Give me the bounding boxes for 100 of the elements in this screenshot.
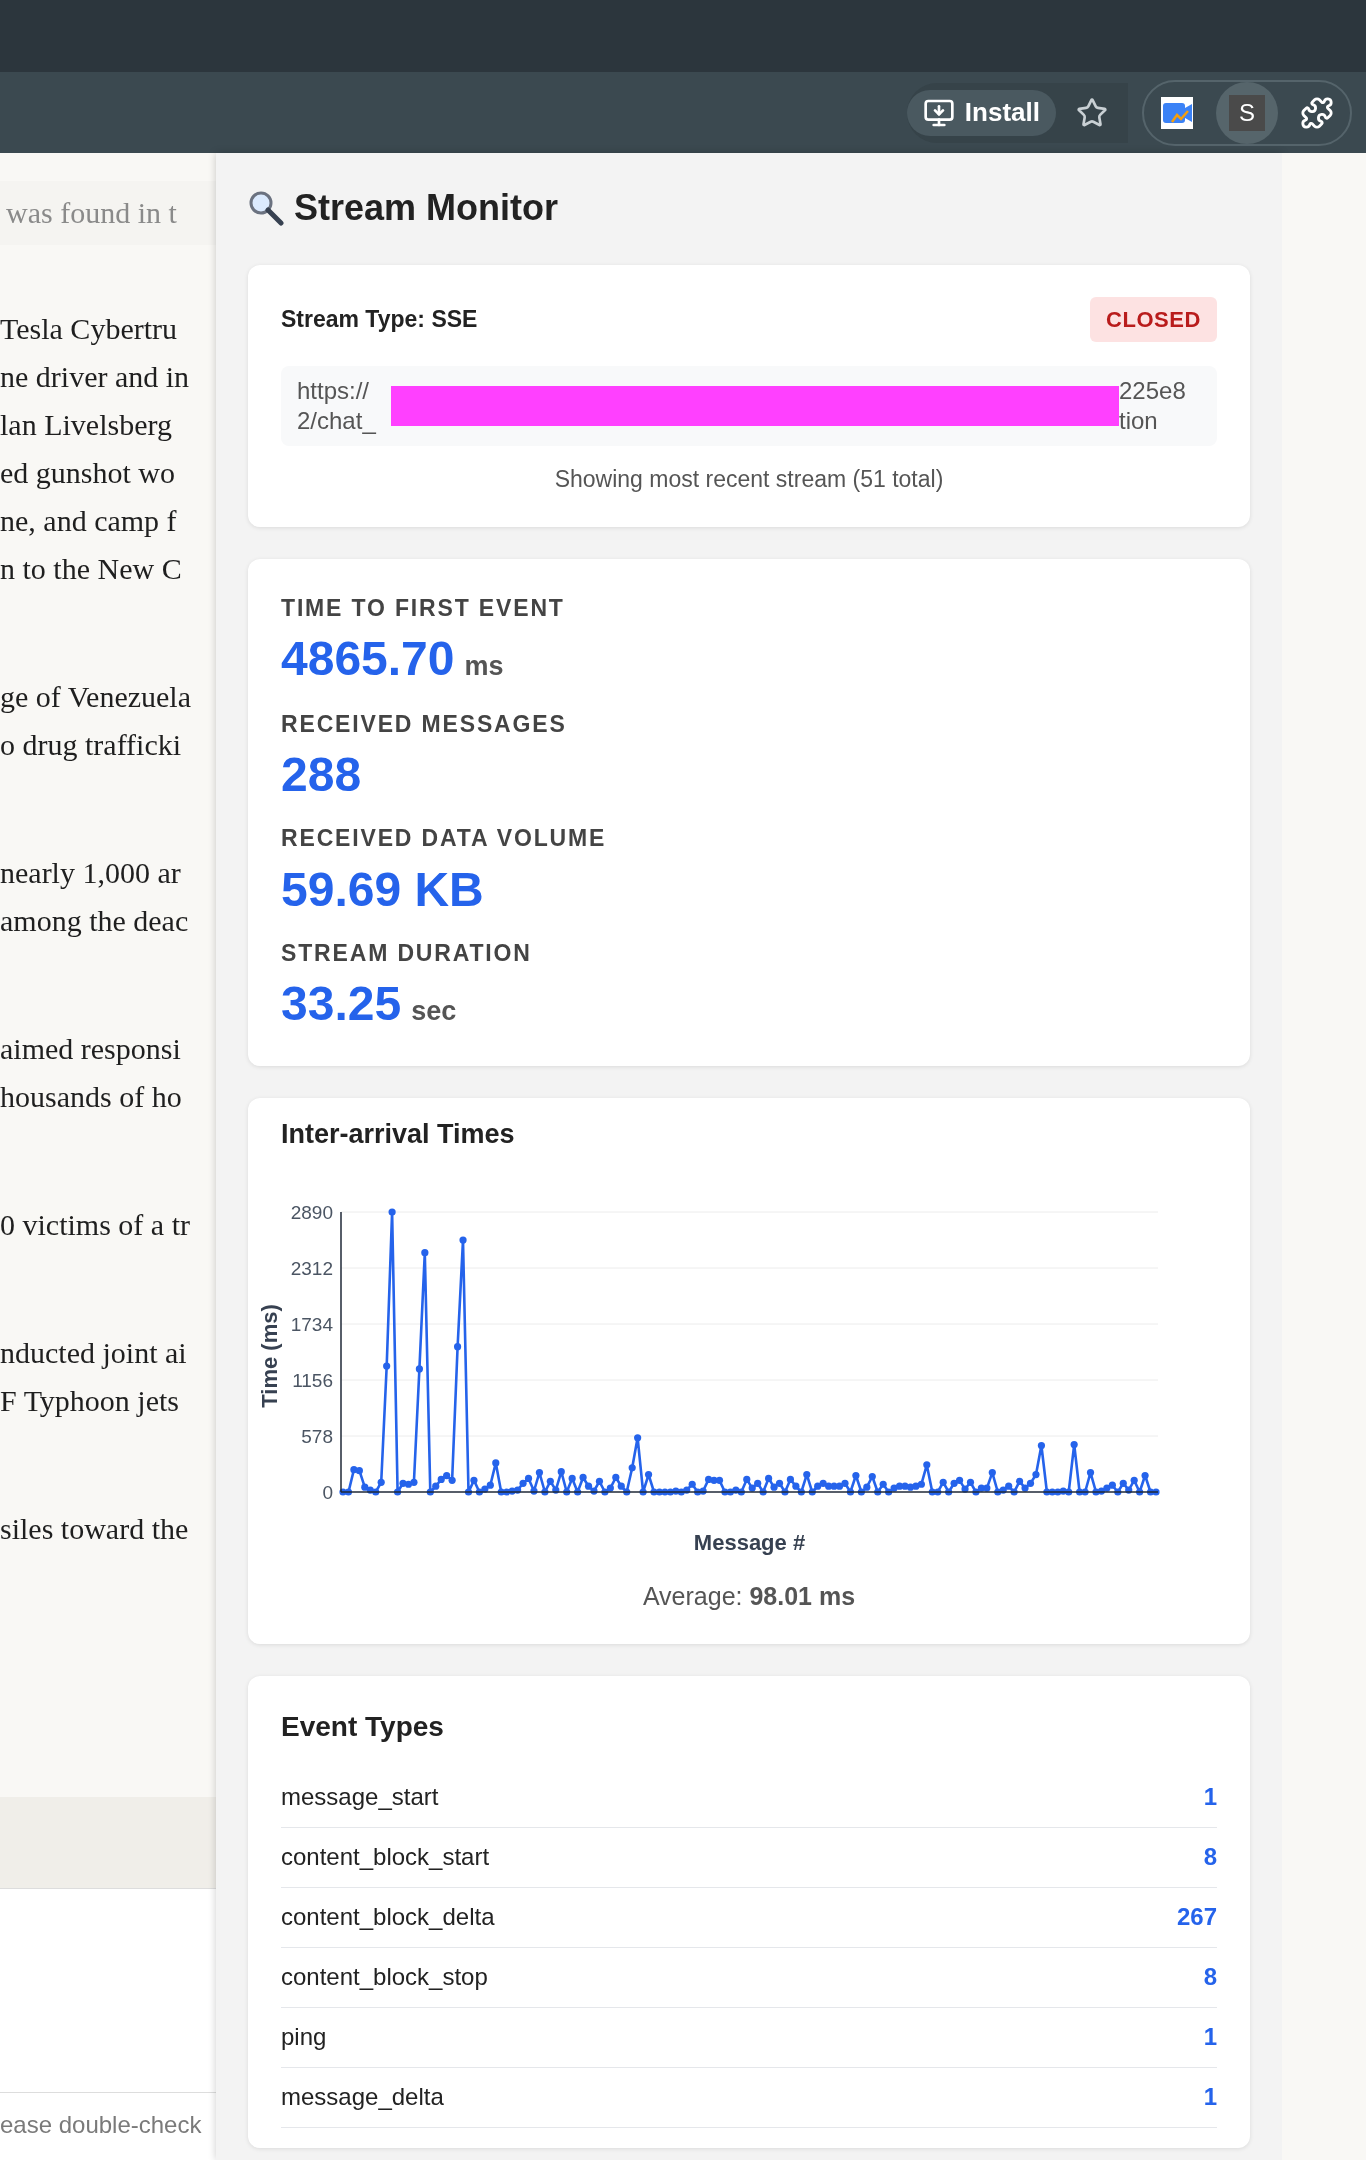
article-text-line: 0 victims of a tr bbox=[0, 1207, 191, 1243]
status-badge: CLOSED bbox=[1090, 297, 1217, 342]
x-axis-title: Message # bbox=[693, 1530, 806, 1555]
event-type-name: content_block_start bbox=[281, 1842, 490, 1872]
article-text-line: nearly 1,000 ar bbox=[0, 855, 182, 891]
axis-tick-label: 0 bbox=[322, 1482, 333, 1503]
data-point bbox=[470, 1476, 478, 1484]
data-point bbox=[1070, 1440, 1078, 1449]
data-point bbox=[524, 1474, 533, 1483]
data-point bbox=[1136, 1488, 1144, 1496]
data-point bbox=[868, 1472, 876, 1481]
event-type-count: 8 bbox=[1203, 1842, 1217, 1872]
url-text: 225e8 bbox=[1119, 376, 1187, 406]
article-text-line: ge of Venezuela bbox=[0, 679, 192, 715]
article-text-line: F Typhoon jets bbox=[0, 1383, 181, 1419]
stream-type-label: Stream Type: SSE bbox=[281, 305, 478, 335]
axis-tick-label: 2890 bbox=[290, 1202, 333, 1223]
metric-unit: sec bbox=[411, 995, 457, 1028]
data-point bbox=[644, 1470, 653, 1479]
data-point bbox=[568, 1474, 576, 1483]
metric-label: TIME TO FIRST EVENT bbox=[281, 593, 566, 623]
bookmark-star-icon[interactable] bbox=[1076, 96, 1108, 129]
article-text-line: Tesla Cybertru bbox=[0, 311, 178, 347]
search-icon bbox=[248, 190, 284, 226]
panel-title: Stream Monitor bbox=[294, 186, 559, 230]
disclaimer-text: ease double-check bbox=[0, 2111, 202, 2138]
event-type-count: 1 bbox=[1203, 2022, 1217, 2052]
metric-value: 288 bbox=[281, 749, 362, 801]
data-point bbox=[628, 1464, 636, 1472]
data-point bbox=[852, 1471, 860, 1480]
article-text-line: n to the New C bbox=[0, 551, 183, 587]
stream-count-note: Showing most recent stream (51 total) bbox=[553, 465, 945, 494]
article-text-line: ed gunshot wo bbox=[0, 455, 176, 491]
data-point bbox=[377, 1478, 385, 1486]
axis-tick-label: 578 bbox=[301, 1426, 333, 1447]
data-point bbox=[454, 1343, 462, 1351]
url-text: tion bbox=[1119, 406, 1159, 436]
article-text-line: among the deac bbox=[0, 903, 190, 939]
event-type-count: 267 bbox=[1176, 1902, 1217, 1932]
data-point bbox=[634, 1434, 642, 1442]
event-type-name: message_start bbox=[281, 1782, 439, 1812]
article-summary-text: was found in t bbox=[5, 195, 177, 231]
event-type-name: content_block_delta bbox=[281, 1902, 495, 1932]
article-text-line: nducted joint ai bbox=[0, 1335, 188, 1371]
data-point bbox=[595, 1477, 604, 1485]
data-point bbox=[530, 1487, 538, 1495]
extensions-puzzle-icon[interactable] bbox=[1300, 95, 1334, 130]
event-type-name: message_delta bbox=[281, 2082, 444, 2112]
data-point bbox=[492, 1459, 500, 1467]
data-point bbox=[574, 1488, 582, 1496]
data-point bbox=[563, 1488, 571, 1496]
axis-tick-label: 1156 bbox=[292, 1370, 333, 1391]
data-point bbox=[464, 1488, 473, 1496]
event-type-count: 1 bbox=[1203, 2082, 1217, 2112]
chart-title: Inter-arrival Times bbox=[281, 1117, 516, 1151]
data-point bbox=[939, 1478, 947, 1486]
article-text-line: lan Livelsberg bbox=[0, 407, 173, 443]
install-button[interactable]: Install bbox=[906, 89, 1056, 136]
event-type-name: ping bbox=[281, 2022, 327, 2052]
y-axis-title: Time (ms) bbox=[257, 1304, 282, 1408]
data-point bbox=[388, 1208, 396, 1216]
article-text-line: ne, and camp f bbox=[0, 503, 178, 539]
data-point bbox=[557, 1468, 565, 1476]
data-point bbox=[459, 1236, 467, 1244]
article-text-line: o drug trafficki bbox=[0, 727, 183, 763]
event-type-name: content_block_stop bbox=[281, 1962, 488, 1992]
metric-label: STREAM DURATION bbox=[281, 938, 533, 968]
data-point bbox=[988, 1469, 996, 1477]
metric-label: RECEIVED DATA VOLUME bbox=[281, 824, 608, 853]
article-text-line: ne driver and in bbox=[0, 359, 191, 395]
extension-icon[interactable] bbox=[1160, 95, 1194, 130]
data-point bbox=[535, 1469, 544, 1477]
event-types-title: Event Types bbox=[281, 1709, 445, 1744]
data-point bbox=[421, 1249, 429, 1257]
profile-avatar[interactable]: S bbox=[1216, 81, 1278, 144]
data-point bbox=[415, 1365, 423, 1373]
article-text-line: siles toward the bbox=[0, 1511, 190, 1547]
data-point bbox=[1037, 1441, 1045, 1450]
metric-unit: ms bbox=[464, 650, 504, 683]
event-type-count: 8 bbox=[1203, 1962, 1217, 1992]
article-text-line: aimed responsi bbox=[0, 1031, 182, 1067]
url-text: 2/chat_ bbox=[297, 406, 377, 436]
data-point bbox=[803, 1470, 811, 1479]
average-text: Average: 98.01 ms bbox=[641, 1581, 857, 1612]
metric-label: RECEIVED MESSAGES bbox=[281, 709, 568, 739]
data-point bbox=[639, 1488, 647, 1496]
data-point bbox=[541, 1488, 549, 1496]
data-point bbox=[1130, 1476, 1138, 1484]
metric-value: 33.25 bbox=[281, 978, 402, 1030]
metric-value: 4865.70 bbox=[281, 633, 455, 685]
data-point bbox=[383, 1362, 391, 1370]
article-text-line: housands of ho bbox=[0, 1079, 183, 1115]
axis-tick-label: 2312 bbox=[290, 1258, 333, 1279]
axis-tick-label: 1734 bbox=[290, 1314, 333, 1335]
data-point bbox=[1141, 1471, 1149, 1480]
url-text: https:// bbox=[297, 376, 371, 406]
event-type-count: 1 bbox=[1203, 1782, 1217, 1812]
data-point bbox=[1086, 1469, 1095, 1477]
data-point bbox=[923, 1461, 931, 1469]
metric-value: 59.69 KB bbox=[281, 863, 484, 916]
